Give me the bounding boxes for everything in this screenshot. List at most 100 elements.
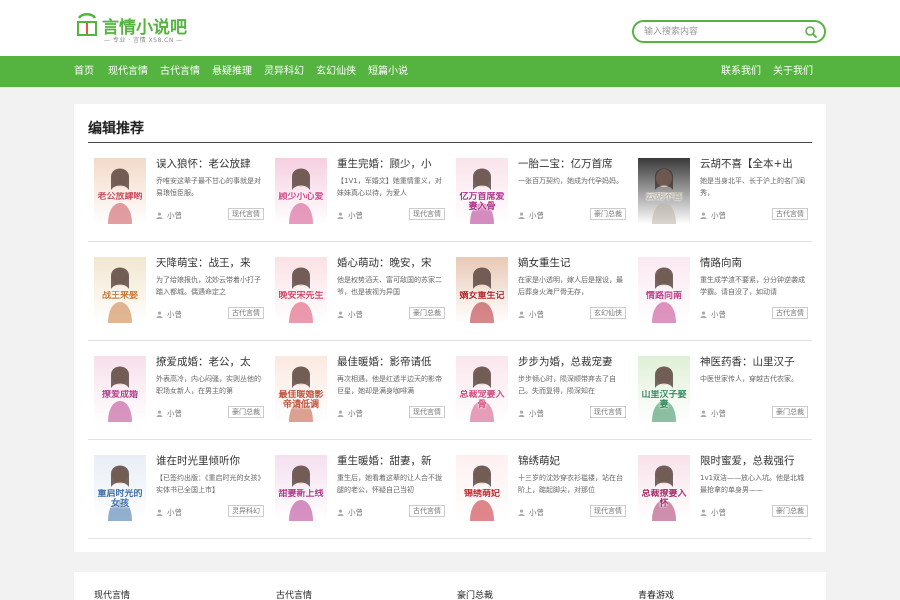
genre-tag[interactable]: 古代言情 [772, 208, 808, 220]
book-card[interactable]: 顾少小心爱 重生完婚：顾少，小 【1V1，军婚文】她重情重义，对妹妹真心以待，为爱人… [275, 158, 445, 224]
nav-contact[interactable]: 联系我们 [721, 56, 761, 87]
book-cover[interactable]: 情路向南 [638, 257, 690, 323]
nav-scifi[interactable]: 灵异科幻 [264, 56, 304, 87]
genre-tag[interactable]: 古代言情 [228, 307, 264, 319]
book-title[interactable]: 神医药香：山里汉子 [700, 354, 812, 369]
genre-tag[interactable]: 玄幻仙侠 [590, 307, 626, 319]
book-title[interactable]: 情路向南 [700, 255, 812, 270]
book-cover[interactable]: 锦绣萌妃 [456, 455, 508, 521]
nav-fantasy[interactable]: 玄幻仙侠 [316, 56, 356, 87]
genre-tag[interactable]: 现代言情 [409, 406, 445, 418]
genre-tag[interactable]: 现代言情 [590, 505, 626, 517]
book-author[interactable]: 小曾 [518, 309, 544, 320]
book-author[interactable]: 小曾 [337, 408, 363, 419]
book-card[interactable]: 亿万首席爱妻入骨 一胎二宝：亿万首席 一张百万契约，她成为代孕妈妈。 小曾 豪门总裁 [456, 158, 626, 224]
book-title[interactable]: 误入狼怀：老公放肆 [156, 156, 268, 171]
book-title[interactable]: 云胡不喜【全本+出 [700, 156, 812, 171]
book-cover[interactable]: 嫡女重生记 [456, 257, 508, 323]
book-title[interactable]: 重生完婚：顾少，小 [337, 156, 449, 171]
nav-modern-romance[interactable]: 现代言情 [108, 56, 148, 87]
book-title[interactable]: 重生暖婚：甜妻，新 [337, 453, 449, 468]
book-cover[interactable]: 最佳暖婚影帝请低调 [275, 356, 327, 422]
book-author[interactable]: 小曾 [337, 309, 363, 320]
nav-mystery[interactable]: 悬疑推理 [212, 56, 252, 87]
cover-title: 山里汉子娶妻 [641, 390, 687, 410]
genre-tag[interactable]: 豪门总裁 [228, 406, 264, 418]
nav-short-stories[interactable]: 短篇小说 [368, 56, 408, 87]
genre-tag[interactable]: 古代言情 [772, 307, 808, 319]
book-title[interactable]: 谁在时光里倾听你 [156, 453, 268, 468]
book-card[interactable]: 总裁宠妻入骨 步步为婚，总裁宠妻 步步倾心时，陨深顺带弃去了自己。失而复得，陨深知在… [456, 356, 626, 422]
book-cover[interactable]: 亿万首席爱妻入骨 [456, 158, 508, 224]
book-author[interactable]: 小曾 [700, 309, 726, 320]
search-input[interactable] [644, 24, 794, 40]
book-card[interactable]: 情路向南 情路向南 重生成学渣不要紧，分分钟逆袭成学霸。请自没了，如动请 小曾 古代言情 [638, 257, 808, 323]
nav-ancient-romance[interactable]: 古代言情 [160, 56, 200, 87]
search-icon[interactable] [804, 25, 818, 39]
book-card[interactable]: 总裁撩妻入怀 限时蜜爱，总裁强行 1v1双洁——放心入坑。他是北城最抢拿的单身男——… [638, 455, 808, 521]
book-author[interactable]: 小曾 [700, 408, 726, 419]
genre-tag[interactable]: 豪门总裁 [409, 307, 445, 319]
genre-tag[interactable]: 现代言情 [590, 406, 626, 418]
book-card[interactable]: 老公放肆哟 误入狼怀：老公放肆 乔唯安这辈子最不甘心的事就是对易琅恒臣服。 小曾 现代言… [94, 158, 264, 224]
nav-about[interactable]: 关于我们 [773, 56, 813, 87]
book-card[interactable]: 锦绣萌妃 锦绣萌妃 十三岁的沈妙穿衣衫褴褛，站在台阶上，踮起脚尖，对那位 小曾 现代言情 [456, 455, 626, 521]
book-author[interactable]: 小曾 [700, 210, 726, 221]
category-youth-games[interactable]: 青春游戏 [638, 588, 674, 600]
genre-tag[interactable]: 灵异科幻 [228, 505, 264, 517]
book-author[interactable]: 小曾 [156, 210, 182, 221]
book-cover[interactable]: 重启时光的女孩 [94, 455, 146, 521]
site-logo[interactable]: 言情小说吧 — 专业 · 言情 XS8.CN — [74, 10, 204, 48]
book-card[interactable]: 云胡不喜 云胡不喜【全本+出 她是当身北平、长于沪上的名门闺秀， 小曾 古代言情 [638, 158, 808, 224]
book-card[interactable]: 甜妻新上线 重生暖婚：甜妻，新 重生后，她看着这辈的让人合不拢腿的老公，怀疑自己当初… [275, 455, 445, 521]
category-ceo-romance[interactable]: 豪门总裁 [457, 588, 493, 600]
book-cover[interactable]: 战王来娶 [94, 257, 146, 323]
book-title[interactable]: 撩爱成婚：老公，太 [156, 354, 268, 369]
book-cover[interactable]: 云胡不喜 [638, 158, 690, 224]
genre-tag[interactable]: 现代言情 [409, 208, 445, 220]
book-author[interactable]: 小曾 [518, 210, 544, 221]
book-author[interactable]: 小曾 [518, 507, 544, 518]
genre-tag[interactable]: 豪门总裁 [590, 208, 626, 220]
genre-tag[interactable]: 古代言情 [409, 505, 445, 517]
book-title[interactable]: 天降萌宝：战王，来 [156, 255, 268, 270]
book-card[interactable]: 重启时光的女孩 谁在时光里倾听你 【已签约出版：《重启时光的女孩》实体书已全国上市】… [94, 455, 264, 521]
book-title[interactable]: 锦绣萌妃 [518, 453, 630, 468]
category-ancient-romance[interactable]: 古代言情 [276, 588, 312, 600]
book-cover[interactable]: 总裁撩妻入怀 [638, 455, 690, 521]
book-cover[interactable]: 老公放肆哟 [94, 158, 146, 224]
book-author[interactable]: 小曾 [156, 408, 182, 419]
book-card[interactable]: 最佳暖婚影帝请低调 最佳暖婚：影帝请低 再次相遇，他是红透半边天的影帝巨星，她却是满… [275, 356, 445, 422]
book-title[interactable]: 限时蜜爱，总裁强行 [700, 453, 812, 468]
book-card[interactable]: 撩爱成婚 撩爱成婚：老公，太 外表高冷，内心闷骚，实则丛他的职场女新人，在男主的第小… [94, 356, 264, 422]
book-cover[interactable]: 晚安宋先生 [275, 257, 327, 323]
book-cover[interactable]: 山里汉子娶妻 [638, 356, 690, 422]
book-cover[interactable]: 总裁宠妻入骨 [456, 356, 508, 422]
book-title[interactable]: 嫡女重生记 [518, 255, 630, 270]
category-modern-romance[interactable]: 现代言情 [94, 588, 130, 600]
book-description: 为了给娘报仇，沈妙云带着小打子踏入都城。偶遇命定之 [156, 276, 261, 296]
genre-tag[interactable]: 豪门总裁 [772, 505, 808, 517]
book-title[interactable]: 最佳暖婚：影帝请低 [337, 354, 449, 369]
book-author[interactable]: 小曾 [700, 507, 726, 518]
genre-tag[interactable]: 现代言情 [228, 208, 264, 220]
book-author[interactable]: 小曾 [518, 408, 544, 419]
book-title[interactable]: 步步为婚，总裁宠妻 [518, 354, 630, 369]
book-cover[interactable]: 甜妻新上线 [275, 455, 327, 521]
author-name: 小曾 [167, 409, 182, 418]
book-card[interactable]: 战王来娶 天降萌宝：战王，来 为了给娘报仇，沈妙云带着小打子踏入都城。偶遇命定之 小曾… [94, 257, 264, 323]
book-cover[interactable]: 顾少小心爱 [275, 158, 327, 224]
nav-home[interactable]: 首页 [74, 56, 94, 87]
book-card[interactable]: 晚安宋先生 婚心萌动：晚安，宋 他是权势滔天、富可敌国的苏家二爷，也是被视为异国 小曾… [275, 257, 445, 323]
book-card[interactable]: 嫡女重生记 嫡女重生记 在家是小透明，嫁人后是摆设，最后葬身火海尸骨无存， 小曾 玄幻仙… [456, 257, 626, 323]
book-author[interactable]: 小曾 [337, 210, 363, 221]
book-card[interactable]: 山里汉子娶妻 神医药香：山里汉子 中医世家传人，穿越古代农家。 小曾 豪门总裁 [638, 356, 808, 422]
author-name: 小曾 [348, 508, 363, 517]
book-author[interactable]: 小曾 [337, 507, 363, 518]
book-title[interactable]: 婚心萌动：晚安，宋 [337, 255, 449, 270]
book-cover[interactable]: 撩爱成婚 [94, 356, 146, 422]
book-title[interactable]: 一胎二宝：亿万首席 [518, 156, 630, 171]
book-author[interactable]: 小曾 [156, 507, 182, 518]
genre-tag[interactable]: 豪门总裁 [772, 406, 808, 418]
book-author[interactable]: 小曾 [156, 309, 182, 320]
